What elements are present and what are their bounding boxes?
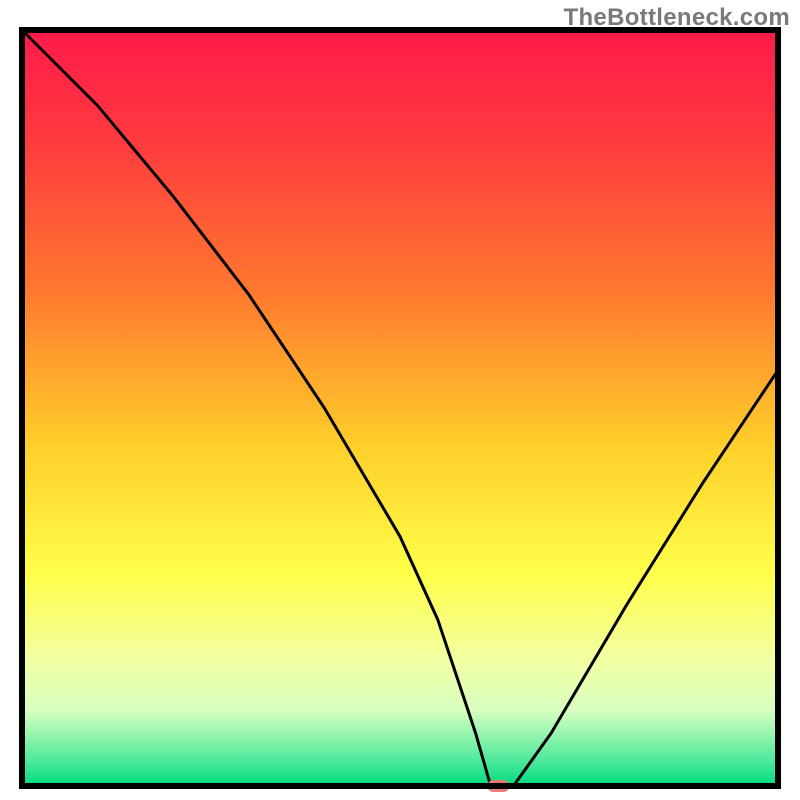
attribution-text: TheBottleneck.com: [564, 4, 790, 32]
chart-container: { "attribution": "TheBottleneck.com", "c…: [0, 0, 800, 800]
bottleneck-chart: [0, 0, 800, 800]
